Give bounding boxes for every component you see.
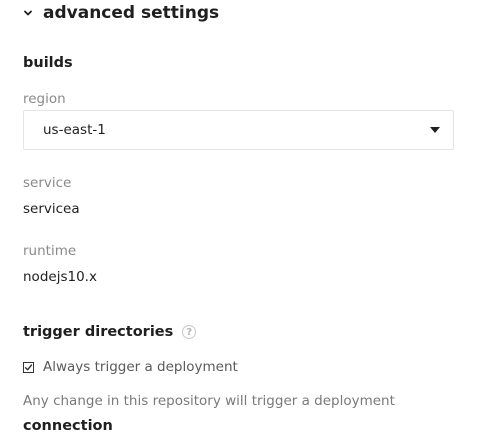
checkmark-icon bbox=[24, 363, 33, 371]
caret-down-icon bbox=[430, 127, 440, 133]
chevron-down-icon bbox=[24, 10, 32, 16]
section-title: advanced settings bbox=[43, 3, 220, 23]
service-label: service bbox=[23, 175, 72, 191]
help-icon[interactable]: ? bbox=[182, 325, 197, 339]
region-label: region bbox=[23, 91, 66, 107]
runtime-label: runtime bbox=[23, 243, 77, 259]
trigger-description: Any change in this repository will trigg… bbox=[23, 393, 395, 409]
advanced-settings-panel: advanced settings builds region us-east-… bbox=[0, 0, 491, 445]
trigger-directories-title: trigger directories bbox=[23, 324, 174, 340]
connection-heading: connection bbox=[23, 418, 113, 434]
builds-heading: builds bbox=[23, 55, 73, 71]
always-trigger-label: Always trigger a deployment bbox=[43, 359, 238, 375]
always-trigger-checkbox[interactable] bbox=[23, 361, 34, 373]
service-value: servicea bbox=[23, 201, 80, 217]
advanced-settings-toggle[interactable]: advanced settings bbox=[23, 3, 219, 23]
region-select-value: us-east-1 bbox=[43, 122, 106, 138]
region-select[interactable]: us-east-1 bbox=[23, 110, 454, 150]
always-trigger-option[interactable]: Always trigger a deployment bbox=[23, 359, 238, 375]
trigger-directories-heading: trigger directories ? bbox=[23, 324, 197, 340]
help-icon-glyph: ? bbox=[186, 326, 193, 338]
runtime-value: nodejs10.x bbox=[23, 269, 97, 285]
